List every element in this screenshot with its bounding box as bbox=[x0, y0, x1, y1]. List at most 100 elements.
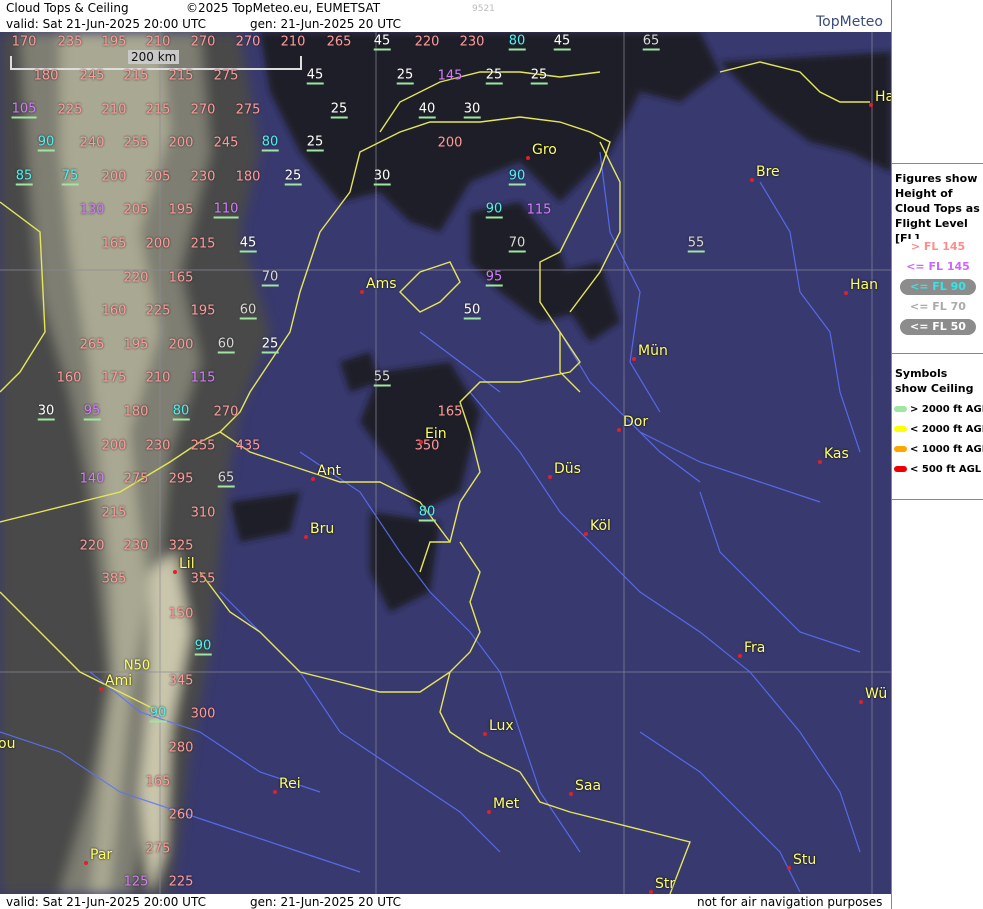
cloud-top-label: 160 bbox=[56, 370, 82, 386]
cloud-top-label: 270 bbox=[190, 34, 216, 50]
cloud-top-label: 60 bbox=[217, 336, 235, 354]
cloud-top-label: 50 bbox=[463, 302, 481, 320]
cloud-top-label: 30 bbox=[373, 168, 391, 186]
cloud-top-label: 200 bbox=[145, 236, 171, 252]
cloud-top-label: 80 bbox=[508, 33, 526, 51]
header-row-2: valid: Sat 21-Jun-2025 20:00 UTC gen: 21… bbox=[0, 16, 891, 32]
city-name: Han bbox=[850, 277, 878, 293]
cloud-top-label: 90 bbox=[37, 134, 55, 152]
cloud-top-label: 65 bbox=[217, 470, 235, 488]
city-dot bbox=[273, 790, 277, 794]
cloud-top-label: 195 bbox=[190, 303, 216, 319]
cloud-top-label: 435 bbox=[235, 438, 261, 454]
cloud-top-label: 85 bbox=[15, 168, 33, 186]
cloud-top-label: 70 bbox=[261, 269, 279, 287]
city-name: Lil bbox=[179, 556, 195, 572]
cloud-top-label: 195 bbox=[101, 34, 127, 50]
map-layers bbox=[0, 32, 891, 894]
city-name: Saa bbox=[575, 778, 602, 794]
cloud-top-label: 45 bbox=[239, 235, 257, 253]
city-dot bbox=[311, 477, 315, 481]
cloud-top-label: 220 bbox=[123, 270, 149, 286]
city-name: Gro bbox=[532, 142, 557, 158]
cloud-top-label: 80 bbox=[261, 134, 279, 152]
satellite-map[interactable]: 200 km N50 170 235 195 210 270 270 210 265 45 220… bbox=[0, 32, 891, 894]
cloud-top-label: 130 bbox=[79, 202, 105, 218]
legend-fl-item: <= FL 145 bbox=[900, 259, 976, 275]
cloud-top-label: 65 bbox=[642, 33, 660, 51]
cloud-top-label: 90 bbox=[149, 705, 167, 723]
cloud-top-label: 75 bbox=[61, 168, 79, 186]
cloud-top-label: 215 bbox=[101, 505, 127, 521]
cloud-top-label: 245 bbox=[213, 135, 239, 151]
cloud-top-label: 25 bbox=[306, 134, 324, 152]
cloud-top-label: 240 bbox=[79, 135, 105, 151]
legend-symbol-item: < 500 ft AGL bbox=[894, 464, 981, 475]
city-dot bbox=[360, 290, 364, 294]
cloud-top-label: 45 bbox=[553, 33, 571, 51]
cloud-top-label: 215 bbox=[123, 68, 149, 84]
cloud-top-label: 270 bbox=[213, 404, 239, 420]
cloud-top-label: 210 bbox=[145, 34, 171, 50]
cloud-top-label: 215 bbox=[168, 68, 194, 84]
cloud-top-label: 90 bbox=[194, 638, 212, 656]
legend-title: Figures show Height of Cloud Tops as Fli… bbox=[895, 172, 980, 245]
city-dot bbox=[859, 700, 863, 704]
cloud-top-label: 270 bbox=[190, 102, 216, 118]
cloud-top-label: 270 bbox=[235, 34, 261, 50]
city-dot bbox=[632, 357, 636, 361]
cloud-top-label: 200 bbox=[437, 135, 463, 151]
cloud-top-label: 25 bbox=[284, 168, 302, 186]
city-name: Fra bbox=[744, 640, 766, 656]
map-title: Cloud Tops & Ceiling bbox=[6, 1, 129, 15]
legend-fl-section: Figures show Height of Cloud Tops as Fli… bbox=[892, 163, 983, 354]
cloud-top-label: 80 bbox=[418, 504, 436, 522]
cloud-top-label: 180 bbox=[235, 169, 261, 185]
city-dot bbox=[304, 535, 308, 539]
cloud-top-label: 280 bbox=[168, 740, 194, 756]
cloud-top-label: 225 bbox=[57, 102, 83, 118]
cloud-top-label: 215 bbox=[145, 102, 171, 118]
city-name: Ein bbox=[425, 426, 447, 442]
cloud-top-label: 95 bbox=[83, 403, 101, 421]
ceiling-symbol-icon bbox=[894, 466, 907, 472]
cloud-top-label: 150 bbox=[168, 606, 194, 622]
legend-symbol-item: < 1000 ft AGL bbox=[894, 444, 983, 455]
cloud-top-label: 275 bbox=[123, 471, 149, 487]
cloud-top-label: 200 bbox=[168, 337, 194, 353]
cloud-top-label: 25 bbox=[530, 67, 548, 85]
city-name: Dor bbox=[623, 414, 649, 430]
topmeteo-logo: TopMeteo bbox=[816, 0, 912, 30]
ceiling-symbol-icon bbox=[894, 406, 907, 412]
cloud-top-label: 175 bbox=[101, 370, 127, 386]
city-name: Wü bbox=[865, 686, 888, 702]
cloud-top-label: 95 bbox=[485, 269, 503, 287]
cloud-top-label: 30 bbox=[463, 101, 481, 119]
legend-symbol-item: < 2000 ft AGL bbox=[894, 424, 983, 435]
cloud-top-label: 230 bbox=[190, 169, 216, 185]
legend-fl-item: <= FL 70 bbox=[900, 299, 976, 315]
cloud-top-label: 25 bbox=[485, 67, 503, 85]
cloud-top-label: 90 bbox=[485, 201, 503, 219]
cloud-top-label: 215 bbox=[190, 236, 216, 252]
cloud-top-label: 245 bbox=[79, 68, 105, 84]
cloud-top-label: 55 bbox=[687, 235, 705, 253]
cloud-top-label: 140 bbox=[79, 471, 105, 487]
city-name: Ha bbox=[875, 89, 891, 105]
cloud-top-label: 230 bbox=[459, 34, 485, 50]
cloud-top-label: 265 bbox=[79, 337, 105, 353]
city-dot bbox=[487, 810, 491, 814]
cloud-top-label: 225 bbox=[145, 303, 171, 319]
cloud-top-label: 145 bbox=[437, 68, 463, 84]
cloud-top-label: 180 bbox=[33, 68, 59, 84]
cloud-top-label: 45 bbox=[306, 67, 324, 85]
cloud-top-label: 220 bbox=[79, 538, 105, 554]
city-dot bbox=[419, 440, 423, 444]
disclaimer: not for air navigation purposes bbox=[697, 895, 883, 909]
cloud-top-label: 275 bbox=[145, 841, 171, 857]
city-dot bbox=[818, 460, 822, 464]
cloud-top-label: 210 bbox=[145, 370, 171, 386]
cloud-top-label: 325 bbox=[168, 538, 194, 554]
cloud-top-label: 180 bbox=[123, 404, 149, 420]
cloud-top-label: 195 bbox=[123, 337, 149, 353]
